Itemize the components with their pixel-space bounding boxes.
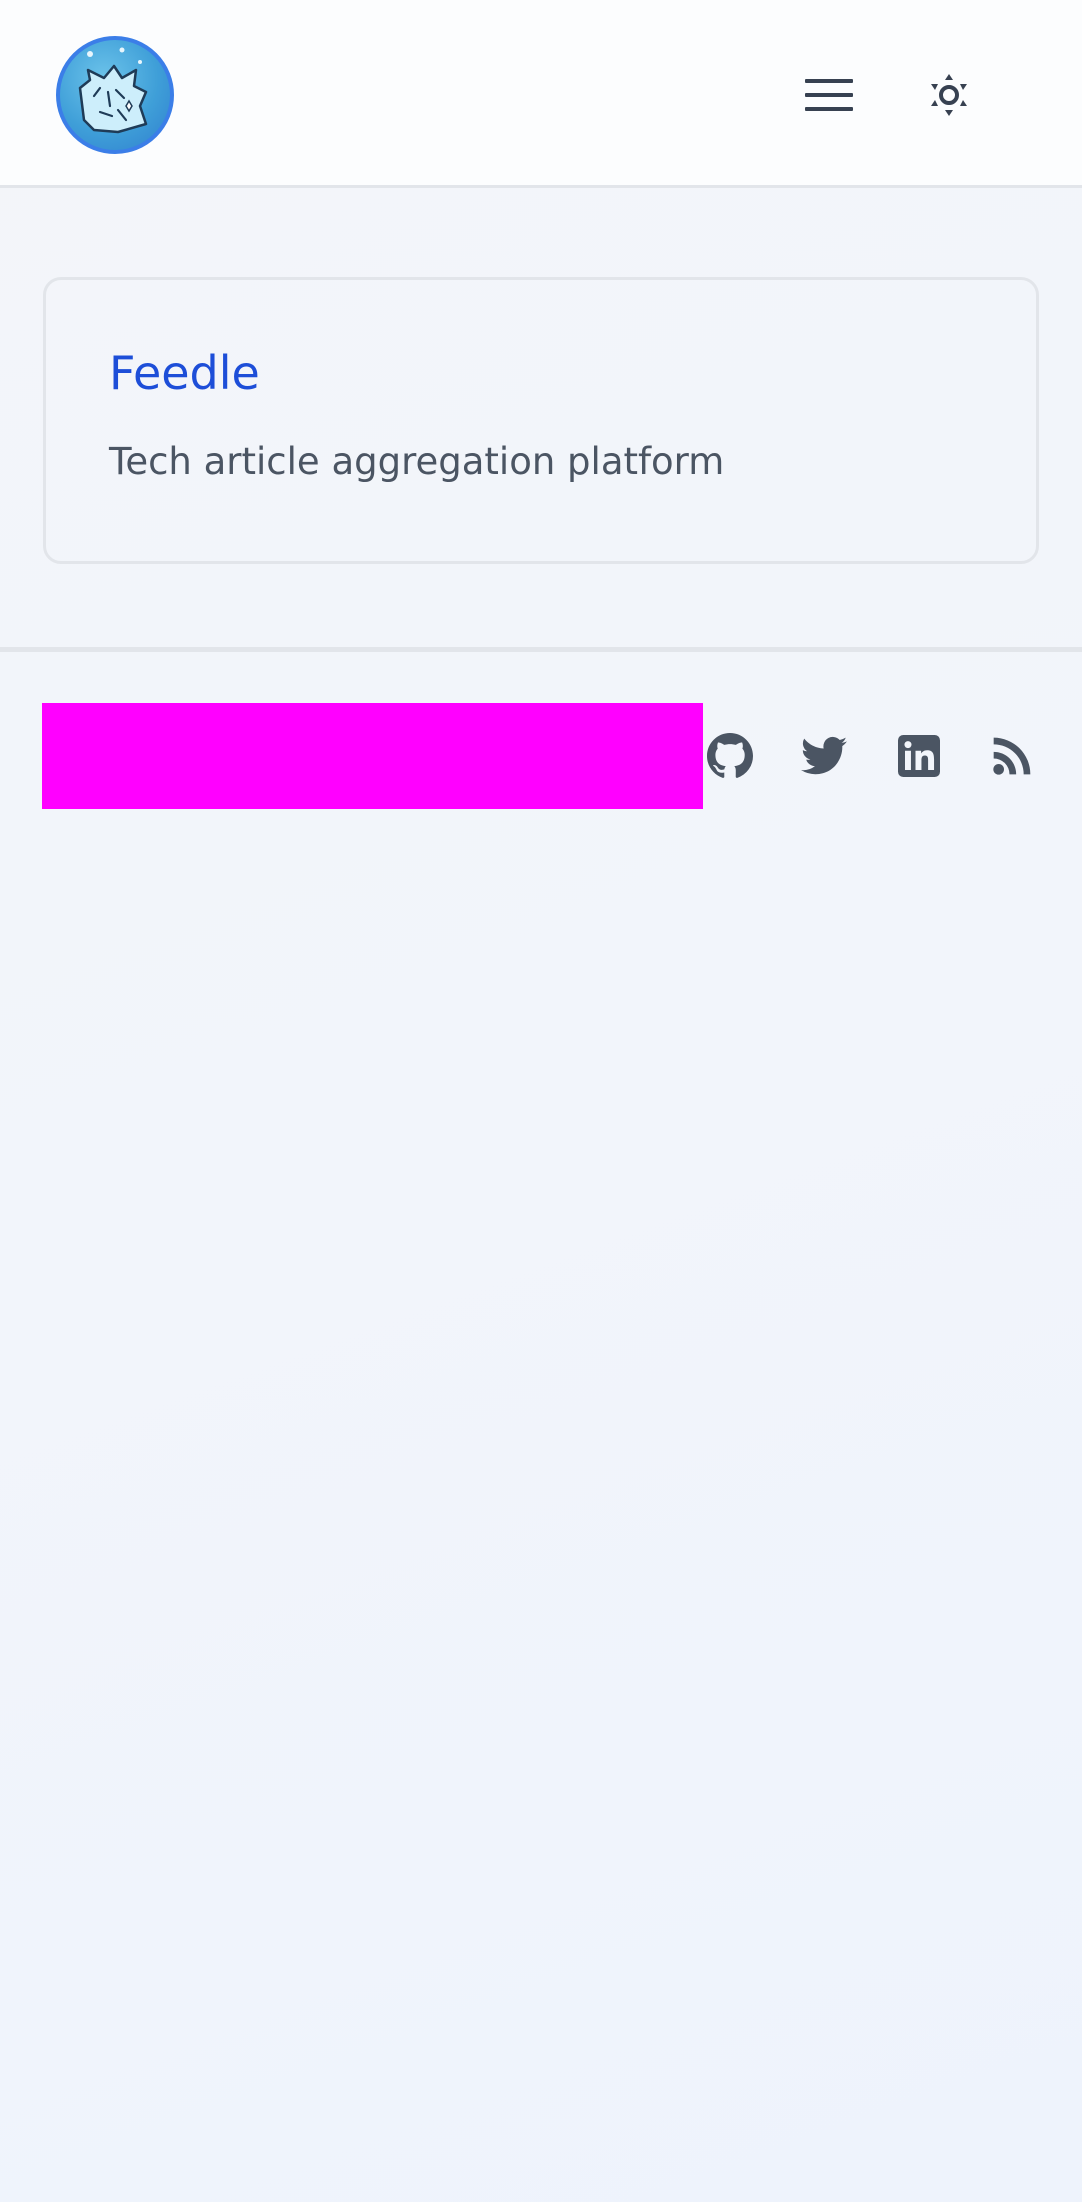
project-card: Feedle Tech article aggregation platform [43,277,1039,564]
rss-icon [993,737,1031,775]
hamburger-menu-icon [805,79,853,111]
github-icon [707,733,753,778]
footer-divider [0,647,1082,652]
github-link[interactable] [706,732,754,780]
twitter-link[interactable] [800,732,848,780]
redacted-region [42,703,703,809]
rss-link[interactable] [988,732,1036,780]
project-title-link[interactable]: Feedle [109,348,260,399]
linkedin-icon [898,735,940,777]
avatar-icon[interactable] [56,36,174,154]
linkedin-link[interactable] [895,732,943,780]
anime-avatar-icon [78,47,148,134]
sun-brightness-icon [931,74,967,116]
theme-toggle-button[interactable] [918,64,980,126]
project-description: Tech article aggregation platform [109,440,725,483]
top-header [0,0,1082,188]
menu-button[interactable] [796,66,862,124]
twitter-icon [801,736,847,775]
